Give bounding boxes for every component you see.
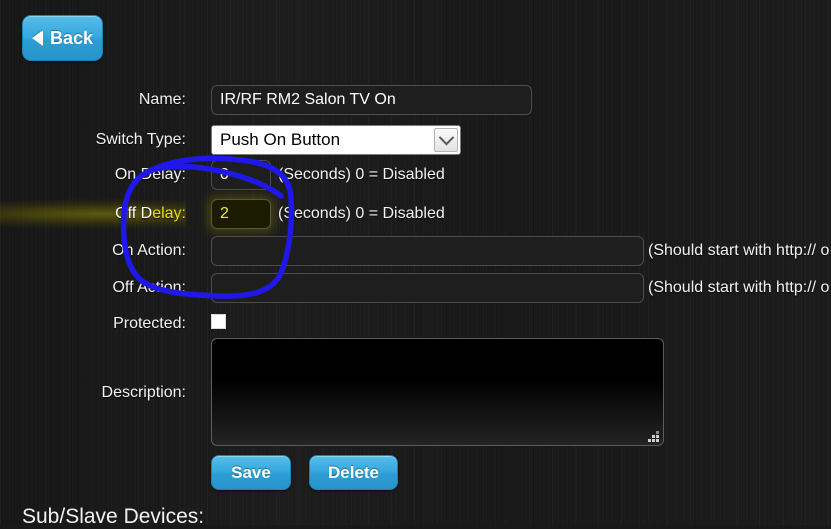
- off-action-input[interactable]: [211, 273, 644, 303]
- form-row-switch-type: Switch Type: Push On Button: [0, 125, 831, 155]
- switch-type-label: Switch Type:: [95, 131, 186, 148]
- on-action-label: On Action:: [112, 242, 186, 259]
- save-button[interactable]: Save: [211, 455, 291, 490]
- off-delay-label: Off Delay:: [0, 199, 186, 229]
- form-row-on-delay: On Delay: (Seconds) 0 = Disabled: [0, 160, 831, 190]
- back-button[interactable]: Back: [22, 15, 103, 61]
- resize-handle-icon[interactable]: [648, 430, 661, 443]
- delete-button-label: Delete: [327, 462, 380, 482]
- chevron-down-icon[interactable]: [434, 128, 458, 152]
- sub-slave-devices-heading: Sub/Slave Devices:: [22, 505, 205, 528]
- chevron-glyph: [438, 129, 454, 145]
- save-button-label: Save: [231, 462, 271, 482]
- triangle-left-icon: [31, 30, 43, 46]
- description-label: Description:: [101, 384, 186, 401]
- protected-checkbox[interactable]: [211, 314, 226, 329]
- form-row-on-action: On Action: (Should start with http:// o: [0, 236, 831, 266]
- name-input[interactable]: [211, 85, 532, 115]
- form-row-name: Name:: [0, 85, 831, 115]
- back-button-label: Back: [49, 27, 94, 48]
- description-textarea[interactable]: [211, 338, 664, 446]
- off-action-label: Off Action:: [112, 279, 186, 296]
- off-action-hint: (Should start with http:// o: [648, 279, 830, 296]
- on-action-input[interactable]: [211, 236, 644, 266]
- device-edit-form-page: Back Name: Switch Type: Push On Button O…: [0, 0, 831, 528]
- on-delay-label: On Delay:: [114, 166, 186, 183]
- switch-type-selected-value: Push On Button: [220, 130, 341, 149]
- off-delay-hint: (Seconds) 0 = Disabled: [278, 205, 445, 222]
- delete-button[interactable]: Delete: [309, 455, 398, 490]
- protected-label: Protected:: [113, 315, 186, 332]
- form-row-off-delay: Off Delay: (Seconds) 0 = Disabled: [0, 199, 831, 229]
- form-row-off-action: Off Action: (Should start with http:// o: [0, 273, 831, 303]
- form-row-protected: Protected:: [0, 309, 831, 339]
- name-label: Name:: [138, 91, 186, 108]
- off-delay-input[interactable]: [211, 199, 271, 229]
- on-action-hint: (Should start with http:// o: [648, 242, 830, 259]
- switch-type-select[interactable]: Push On Button: [211, 125, 461, 155]
- on-delay-input[interactable]: [211, 160, 271, 190]
- on-delay-hint: (Seconds) 0 = Disabled: [278, 166, 445, 183]
